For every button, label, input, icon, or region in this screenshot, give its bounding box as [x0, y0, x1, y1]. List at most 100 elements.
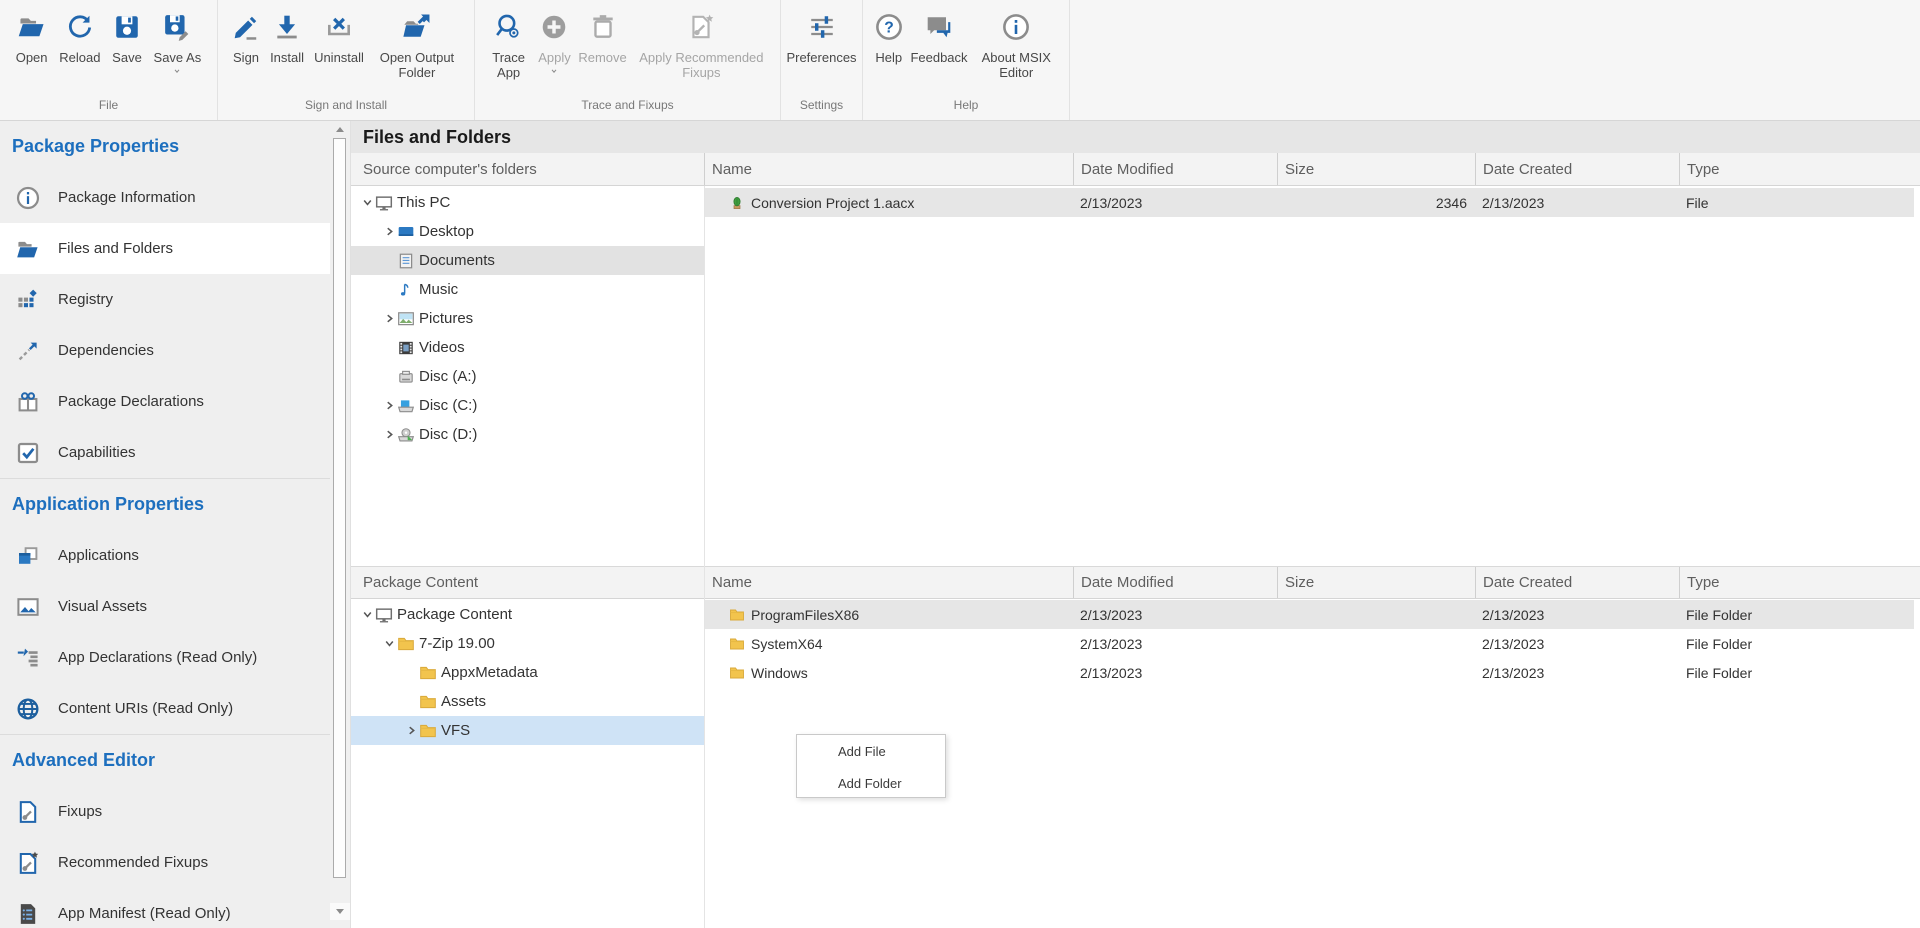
uninstall-button[interactable]: Uninstall — [314, 7, 364, 65]
chevron-down-icon[interactable] — [384, 638, 395, 649]
sidebar-item-package-information[interactable]: Package Information — [0, 172, 330, 223]
sidebar-scrollbar[interactable] — [330, 121, 350, 928]
sidebar-item-applications[interactable]: Applications — [0, 530, 330, 581]
reload-button-label: Reload — [59, 50, 100, 65]
folder-row-windows[interactable]: Windows 2/13/2023 2/13/2023 File Folder — [704, 658, 1914, 687]
ribbon-toolbar: Open Reload Save Save As File Sign — [0, 0, 1920, 121]
chevron-right-icon[interactable] — [406, 725, 417, 736]
tree-item-this-pc[interactable]: This PC — [351, 188, 704, 217]
tree-item-disc-a[interactable]: Disc (A:) — [351, 362, 704, 391]
folder-icon — [729, 607, 745, 623]
tree-item-desktop[interactable]: Desktop — [351, 217, 704, 246]
about-msix-editor-button[interactable]: About MSIX Editor — [975, 7, 1057, 80]
sidebar-item-app-declarations[interactable]: App Declarations (Read Only) — [0, 632, 330, 683]
column-header-date-created[interactable]: Date Created — [1475, 567, 1679, 598]
sidebar-item-visual-assets[interactable]: Visual Assets — [0, 581, 330, 632]
ribbon-group-trace-fixups: Trace App Apply Remove Apply Recommended… — [475, 0, 781, 120]
column-header-type[interactable]: Type — [1679, 567, 1914, 598]
tree-item-appxmetadata[interactable]: AppxMetadata — [351, 658, 704, 687]
column-header-type[interactable]: Type — [1679, 153, 1914, 185]
column-header-size[interactable]: Size — [1277, 567, 1475, 598]
sidebar-item-capabilities[interactable]: Capabilities — [0, 427, 330, 478]
tree-item-disc-d[interactable]: Disc (D:) — [351, 420, 704, 449]
package-files-list: ProgramFilesX86 2/13/2023 2/13/2023 File… — [704, 600, 1914, 687]
column-header-date-modified[interactable]: Date Modified — [1073, 153, 1277, 185]
column-header-name[interactable]: Name — [704, 153, 1073, 185]
folder-date-modified: 2/13/2023 — [1073, 607, 1277, 623]
tree-item-music[interactable]: Music — [351, 275, 704, 304]
folder-row-programfilesx86[interactable]: ProgramFilesX86 2/13/2023 2/13/2023 File… — [704, 600, 1914, 629]
about-msix-editor-button-label: About MSIX Editor — [975, 50, 1057, 80]
tree-item-disc-c[interactable]: Disc (C:) — [351, 391, 704, 420]
column-header-size[interactable]: Size — [1277, 153, 1475, 185]
sidebar-item-registry[interactable]: Registry — [0, 274, 330, 325]
preferences-button[interactable]: Preferences — [786, 7, 856, 65]
chevron-right-icon[interactable] — [384, 313, 395, 324]
chevron-right-icon[interactable] — [384, 400, 395, 411]
chevron-right-icon[interactable] — [384, 429, 395, 440]
tree-item-videos[interactable]: Videos — [351, 333, 704, 362]
save-as-button-label: Save As — [154, 50, 202, 65]
sidebar-item-files-and-folders[interactable]: Files and Folders — [0, 223, 330, 274]
context-menu: Add File Add Folder — [796, 734, 946, 798]
app-windows-icon — [16, 544, 40, 568]
sign-button[interactable]: Sign — [232, 7, 260, 65]
feedback-button[interactable]: Feedback — [910, 7, 967, 65]
scrollbar-up-button[interactable] — [330, 121, 350, 138]
checkbox-icon — [16, 441, 40, 465]
context-menu-item-add-file[interactable]: Add File — [797, 735, 945, 767]
doc-wrench-icon — [16, 800, 40, 824]
sidebar-item-dependencies[interactable]: Dependencies — [0, 325, 330, 376]
file-row-conversion-project[interactable]: Conversion Project 1.aacx 2/13/2023 2346… — [704, 188, 1914, 217]
scrollbar-down-button[interactable] — [330, 903, 350, 920]
open-output-folder-button[interactable]: Open Output Folder — [374, 7, 460, 80]
context-menu-item-add-folder[interactable]: Add Folder — [797, 767, 945, 799]
sidebar-item-fixups[interactable]: Fixups — [0, 786, 330, 837]
trace-app-button[interactable]: Trace App — [487, 7, 531, 80]
scrollbar-thumb[interactable] — [333, 138, 346, 878]
info-circle-icon — [1002, 7, 1030, 47]
tree-item-vfs[interactable]: VFS — [351, 716, 704, 745]
reload-button[interactable]: Reload — [59, 7, 100, 65]
chevron-down-icon[interactable] — [362, 609, 373, 620]
help-button[interactable]: Help — [875, 7, 903, 65]
install-button[interactable]: Install — [270, 7, 304, 65]
sidebar-item-recommended-fixups[interactable]: Recommended Fixups — [0, 837, 330, 888]
tree-item-assets[interactable]: Assets — [351, 687, 704, 716]
globe-icon — [16, 697, 40, 721]
apply-recommended-fixups-button-label: Apply Recommended Fixups — [634, 50, 768, 80]
column-header-name[interactable]: Name — [704, 567, 1073, 598]
cd-drive-icon — [397, 426, 415, 444]
folder-open-icon — [16, 237, 40, 261]
save-button[interactable]: Save — [112, 7, 142, 65]
chevron-down-icon[interactable] — [172, 67, 182, 75]
save-as-button[interactable]: Save As — [154, 7, 202, 75]
tree-item-documents[interactable]: Documents — [351, 246, 704, 275]
sidebar-item-label: Fixups — [58, 803, 102, 820]
folder-icon — [397, 635, 415, 653]
sidebar-item-app-manifest[interactable]: App Manifest (Read Only) — [0, 888, 330, 928]
sidebar-item-label: Package Declarations — [58, 393, 204, 410]
videos-icon — [397, 339, 415, 357]
column-header-date-modified[interactable]: Date Modified — [1073, 567, 1277, 598]
folder-icon — [419, 664, 437, 682]
column-header-date-created[interactable]: Date Created — [1475, 153, 1679, 185]
folder-row-systemx64[interactable]: SystemX64 2/13/2023 2/13/2023 File Folde… — [704, 629, 1914, 658]
chevron-right-icon[interactable] — [384, 226, 395, 237]
computer-icon — [375, 606, 393, 624]
tree-item-package-content[interactable]: Package Content — [351, 600, 704, 629]
help-circle-icon — [875, 7, 903, 47]
sidebar-item-label: Content URIs (Read Only) — [58, 700, 233, 717]
sidebar-item-content-uris[interactable]: Content URIs (Read Only) — [0, 683, 330, 734]
tree-item-7zip[interactable]: 7-Zip 19.00 — [351, 629, 704, 658]
sidebar-section-application-properties: Application Properties Applications Visu… — [0, 478, 330, 734]
sidebar-item-label: Dependencies — [58, 342, 154, 359]
chevron-down-icon[interactable] — [362, 197, 373, 208]
remove-button: Remove — [578, 7, 626, 65]
sidebar-item-package-declarations[interactable]: Package Declarations — [0, 376, 330, 427]
sidebar-item-label: Registry — [58, 291, 113, 308]
feedback-button-label: Feedback — [910, 50, 967, 65]
open-button[interactable]: Open — [16, 7, 48, 65]
uninstall-button-label: Uninstall — [314, 50, 364, 65]
tree-item-pictures[interactable]: Pictures — [351, 304, 704, 333]
